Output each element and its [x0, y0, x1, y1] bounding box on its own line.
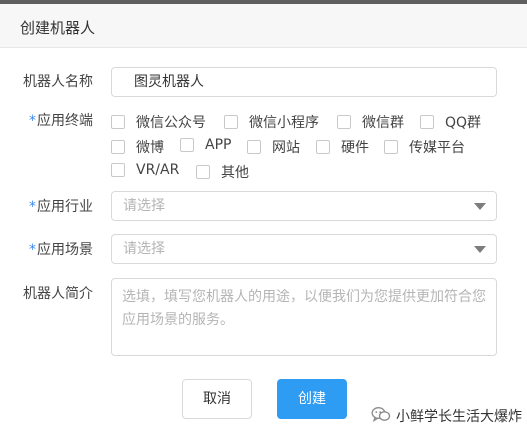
checkbox[interactable]: [224, 115, 238, 129]
industry-select[interactable]: 请选择: [111, 191, 497, 221]
option-label: APP: [205, 137, 232, 153]
watermark-text: 小鲜学长生活大爆炸: [396, 409, 522, 425]
create-robot-dialog: 创建机器人 机器人名称 图灵机器人 *应用终端 微信公众号 微信小程序 微信群 …: [0, 4, 527, 440]
option-label: 硬件: [341, 140, 369, 156]
checkbox[interactable]: [247, 140, 261, 154]
option-label: 微信小程序: [249, 115, 319, 131]
required-mark: *: [29, 199, 36, 215]
checkbox[interactable]: [111, 140, 125, 154]
scene-select[interactable]: 请选择: [111, 234, 497, 264]
checkbox[interactable]: [196, 165, 210, 179]
terminal-option-media-platform[interactable]: 传媒平台: [384, 137, 465, 157]
wechat-icon: [371, 406, 391, 426]
dialog-header: 创建机器人: [0, 4, 527, 48]
caret-down-icon: [474, 203, 486, 210]
industry-label: *应用行业: [29, 196, 93, 216]
cancel-button[interactable]: 取消: [182, 379, 252, 419]
option-label: 传媒平台: [409, 140, 465, 156]
robot-intro-textarea[interactable]: 选填，填写您机器人的用途，以便我们为您提供更加符合您应用场景的服务。: [111, 278, 497, 356]
checkbox[interactable]: [384, 140, 398, 154]
checkbox[interactable]: [337, 115, 351, 129]
terminal-option-qq-group[interactable]: QQ群: [420, 112, 481, 132]
option-label: 网站: [272, 140, 300, 156]
option-label: QQ群: [445, 115, 482, 131]
option-label: 其他: [221, 165, 249, 181]
industry-label-text: 应用行业: [37, 199, 93, 215]
terminal-option-wechat-group[interactable]: 微信群: [337, 112, 404, 132]
dialog-title: 创建机器人: [20, 19, 96, 37]
option-label: 微信公众号: [136, 115, 206, 131]
scene-placeholder: 请选择: [123, 241, 165, 257]
checkbox[interactable]: [111, 163, 125, 177]
terminal-label-text: 应用终端: [37, 113, 93, 129]
scene-label: *应用场景: [29, 239, 93, 259]
option-label: VR/AR: [136, 162, 180, 178]
required-mark: *: [29, 242, 36, 258]
terminal-option-other[interactable]: 其他: [196, 162, 249, 182]
checkbox[interactable]: [111, 115, 125, 129]
scene-label-text: 应用场景: [37, 242, 93, 258]
terminal-label: *应用终端: [29, 110, 93, 130]
terminal-option-vr-ar[interactable]: VR/AR: [111, 162, 179, 178]
intro-label: 机器人简介: [23, 286, 93, 302]
industry-placeholder: 请选择: [123, 198, 165, 214]
terminal-option-weibo[interactable]: 微博: [111, 137, 164, 157]
option-label: 微博: [136, 140, 164, 156]
caret-down-icon: [474, 246, 486, 253]
required-mark: *: [29, 113, 36, 129]
checkbox[interactable]: [420, 115, 434, 129]
watermark: 小鲜学长生活大爆炸: [371, 406, 522, 426]
terminal-option-wechat-official[interactable]: 微信公众号: [111, 112, 206, 132]
option-label: 微信群: [362, 115, 404, 131]
terminal-option-wechat-miniprogram[interactable]: 微信小程序: [224, 112, 319, 132]
create-button[interactable]: 创建: [277, 379, 347, 419]
terminal-option-hardware[interactable]: 硬件: [316, 137, 369, 157]
robot-name-input[interactable]: 图灵机器人: [111, 67, 497, 97]
terminal-option-app[interactable]: APP: [180, 137, 231, 153]
terminal-option-website[interactable]: 网站: [247, 137, 300, 157]
checkbox[interactable]: [180, 138, 194, 152]
name-label: 机器人名称: [23, 74, 93, 90]
checkbox[interactable]: [316, 140, 330, 154]
